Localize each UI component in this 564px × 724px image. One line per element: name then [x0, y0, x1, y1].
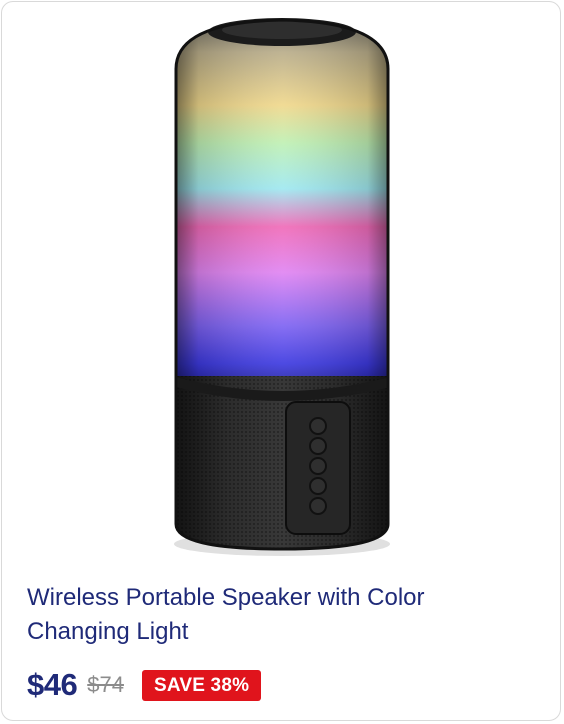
discount-badge: SAVE 38% [141, 669, 262, 701]
price-row: $46 $74 SAVE 38% [27, 665, 262, 705]
product-image[interactable] [132, 14, 432, 562]
product-card[interactable]: Wireless Portable Speaker with Color Cha… [1, 1, 561, 721]
original-price: $74 [87, 672, 124, 697]
speaker-illustration [174, 18, 390, 556]
product-title[interactable]: Wireless Portable Speaker with Color Cha… [27, 581, 527, 649]
current-price: $46 [27, 667, 78, 702]
